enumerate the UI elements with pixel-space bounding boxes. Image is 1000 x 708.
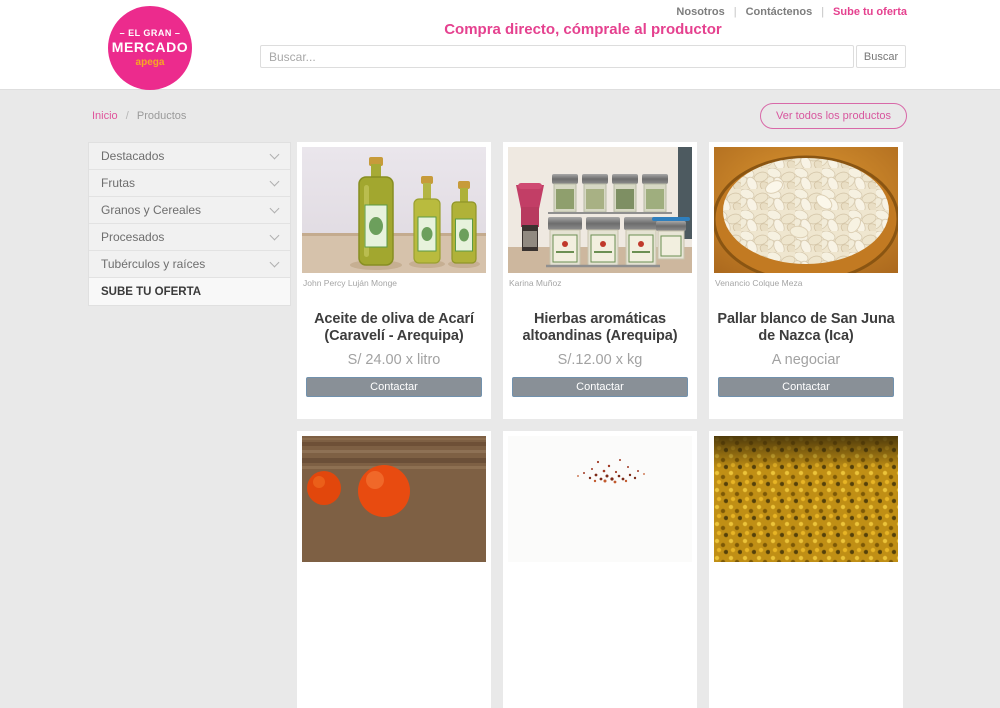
producer-name: John Percy Luján Monge	[303, 278, 486, 288]
search-button[interactable]: Buscar	[856, 45, 906, 68]
logo-main-text: MERCADO	[112, 39, 189, 55]
product-image-golden-grains[interactable]	[714, 436, 898, 562]
product-image-tomatoes-on-wood[interactable]	[302, 436, 486, 562]
sidebar-item-label: Frutas	[101, 176, 135, 190]
header-center: Compra directo, cómprale al productor Bu…	[260, 21, 906, 68]
product-image-white-lima-beans[interactable]	[714, 147, 898, 273]
product-price: S/.12.00 x kg	[508, 352, 692, 368]
nav-sube-tu-oferta[interactable]: Sube tu oferta	[833, 6, 907, 18]
sidebar-item-label: Tubérculos y raíces	[101, 257, 205, 271]
chevron-down-icon	[270, 231, 280, 241]
sidebar-item-granos-y-cereales[interactable]: Granos y Cereales	[89, 197, 290, 224]
contact-button[interactable]: Contactar	[512, 377, 688, 397]
product-image-scattered-red-seeds[interactable]	[508, 436, 692, 562]
product-title: Hierbas aromáticas altoandinas (Arequipa…	[508, 311, 692, 345]
product-card: Karina Muñoz Hierbas aromáticas altoandi…	[503, 142, 697, 419]
sidebar-item-tuberculos-y-raices[interactable]: Tubérculos y raíces	[89, 251, 290, 278]
product-card-partial	[297, 431, 491, 708]
contact-button[interactable]: Contactar	[306, 377, 482, 397]
sidebar-item-sube-tu-oferta[interactable]: SUBE TU OFERTA	[89, 278, 290, 305]
logo-top-text: – EL GRAN –	[120, 28, 181, 38]
sidebar-item-label: SUBE TU OFERTA	[101, 286, 201, 298]
header: Nosotros | Contáctenos | Sube tu oferta …	[0, 0, 1000, 90]
product-price: S/ 24.00 x litro	[302, 352, 486, 368]
product-grid: John Percy Luján Monge Aceite de oliva d…	[297, 142, 917, 708]
product-title: Pallar blanco de San Juna de Nazca (Ica)	[714, 311, 898, 345]
producer-name: Venancio Colque Meza	[715, 278, 898, 288]
product-image-spice-jar-rack[interactable]	[508, 147, 692, 273]
sidebar-item-frutas[interactable]: Frutas	[89, 170, 290, 197]
tagline: Compra directo, cómprale al productor	[260, 21, 906, 38]
chevron-down-icon	[270, 177, 280, 187]
sidebar-item-label: Procesados	[101, 230, 164, 244]
product-image-olive-oil-bottles[interactable]	[302, 147, 486, 273]
nav-separator: |	[821, 6, 824, 18]
view-all-products-button[interactable]: Ver todos los productos	[760, 103, 907, 129]
product-card: Venancio Colque Meza Pallar blanco de Sa…	[709, 142, 903, 419]
logo-sub-text: apega	[136, 57, 165, 68]
content: Destacados Frutas Granos y Cereales Proc…	[88, 142, 1000, 708]
nav-nosotros[interactable]: Nosotros	[676, 6, 724, 18]
chevron-down-icon	[270, 258, 280, 268]
chevron-down-icon	[270, 204, 280, 214]
breadcrumb-separator: /	[126, 110, 129, 122]
product-card-partial	[709, 431, 903, 708]
product-title: Aceite de oliva de Acarí (Caravelí - Are…	[302, 311, 486, 345]
nav-contactenos[interactable]: Contáctenos	[746, 6, 813, 18]
top-nav: Nosotros | Contáctenos | Sube tu oferta	[676, 6, 907, 18]
sidebar-item-label: Destacados	[101, 149, 164, 163]
breadcrumb-current: Productos	[137, 110, 187, 122]
logo[interactable]: – EL GRAN – MERCADO apega	[108, 6, 192, 90]
product-price: A negociar	[714, 352, 898, 368]
search-input[interactable]	[260, 45, 854, 68]
chevron-down-icon	[270, 150, 280, 160]
product-card: John Percy Luján Monge Aceite de oliva d…	[297, 142, 491, 419]
producer-name: Karina Muñoz	[509, 278, 692, 288]
search-bar: Buscar	[260, 45, 906, 68]
sidebar-item-destacados[interactable]: Destacados	[89, 143, 290, 170]
nav-separator: |	[734, 6, 737, 18]
breadcrumb-row: Inicio / Productos Ver todos los product…	[92, 90, 907, 142]
contact-button[interactable]: Contactar	[718, 377, 894, 397]
category-sidebar: Destacados Frutas Granos y Cereales Proc…	[88, 142, 291, 306]
sidebar-item-label: Granos y Cereales	[101, 203, 201, 217]
breadcrumb: Inicio / Productos	[92, 110, 186, 122]
sidebar-item-procesados[interactable]: Procesados	[89, 224, 290, 251]
breadcrumb-home-link[interactable]: Inicio	[92, 110, 118, 122]
product-card-partial	[503, 431, 697, 708]
